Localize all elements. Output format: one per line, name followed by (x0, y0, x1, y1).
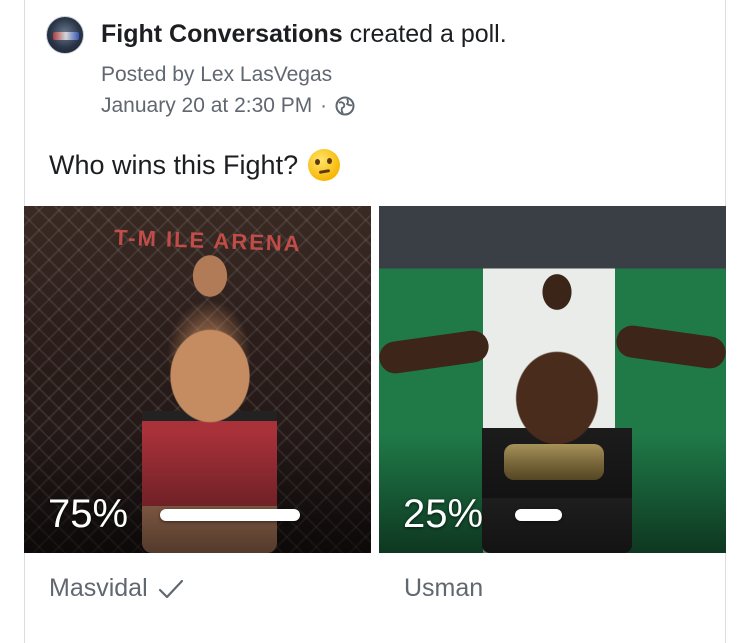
meta-separator: · (320, 94, 327, 117)
option-name: Usman (404, 574, 484, 602)
post-meta: January 20 at 2:30 PM · (101, 94, 355, 118)
thinking-face-emoji-icon (308, 149, 341, 181)
vote-percent: 75% (48, 492, 129, 536)
post-timestamp[interactable]: January 20 at 2:30 PM (101, 94, 312, 118)
globe-icon[interactable] (335, 96, 355, 116)
page-name-link[interactable]: Fight Conversations (101, 20, 343, 48)
option-name: Masvidal (49, 574, 148, 602)
posted-by-text[interactable]: Posted by Lex LasVegas (101, 63, 332, 87)
vote-bar (160, 509, 300, 521)
poll-question: Who wins this Fight? (49, 149, 341, 181)
post-action-text: created a poll. (349, 20, 507, 48)
poll-option-usman[interactable]: 25% (379, 206, 726, 553)
fighter-arm-left (379, 328, 491, 376)
checkmark-icon (158, 578, 184, 600)
option-label-masvidal[interactable]: Masvidal (49, 574, 184, 603)
option-label-usman[interactable]: Usman (404, 574, 483, 603)
page-avatar[interactable] (46, 16, 84, 54)
poll-question-text: Who wins this Fight? (49, 149, 299, 180)
poll-option-masvidal[interactable]: T-M ILE ARENA 75% (24, 206, 371, 553)
vote-percent: 25% (403, 492, 484, 536)
post-headline: Fight Conversations created a poll. (101, 20, 507, 49)
vote-bar (515, 509, 562, 521)
